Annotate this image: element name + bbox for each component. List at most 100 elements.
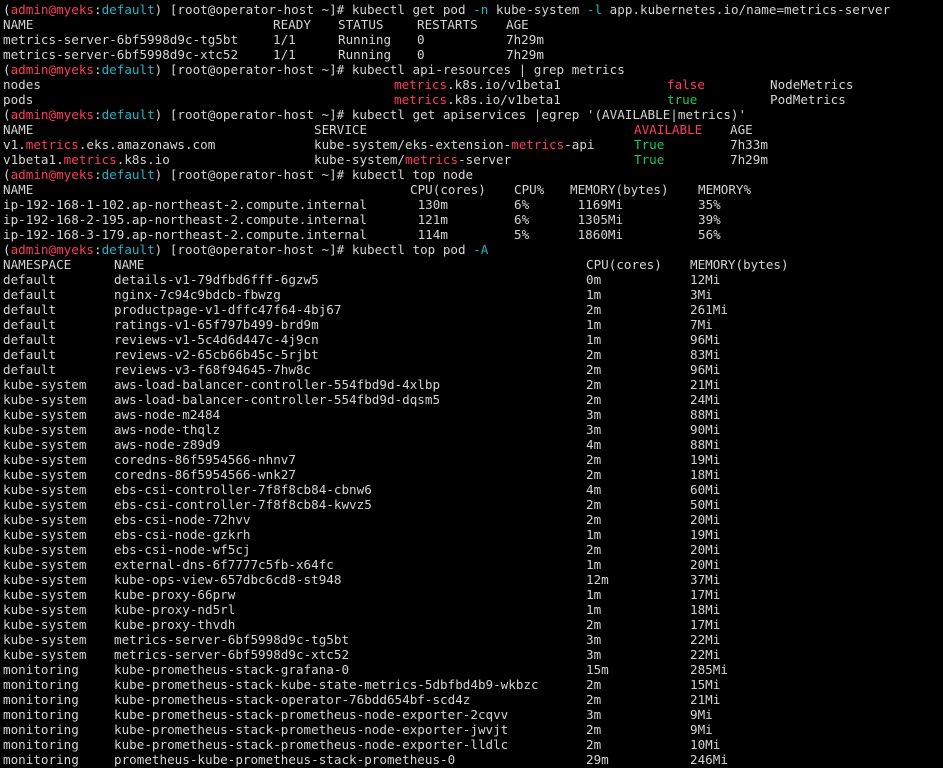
pod-row-col-2: Running: [338, 32, 392, 47]
pod-metrics-row-col-3: 96Mi: [690, 362, 721, 377]
command-text: kubectl top pod: [351, 242, 474, 257]
pod-metrics-row-col-2: 2m: [586, 497, 602, 512]
pod-metrics-row-col-2: 3m: [586, 707, 602, 722]
pod-metrics-row-col-0: kube-system: [3, 542, 87, 557]
pod-metrics-row-col-2: 1m: [586, 557, 602, 572]
pod-metrics-row-col-1: productpage-v1-dffc47f64-4bj67: [114, 302, 342, 317]
pod-metrics-row-col-0: kube-system: [3, 512, 87, 527]
pod-metrics-row-col-0: kube-system: [3, 587, 87, 602]
table-header-col-4: MEMORY%: [698, 182, 752, 197]
pod-metrics-row-col-0: kube-system: [3, 437, 87, 452]
prompt-user: admin@myeks: [10, 62, 94, 77]
table-header-col-3: MEMORY(bytes): [570, 182, 669, 197]
pod-metrics-row-col-2: 4m: [586, 437, 602, 452]
node-row-col-3: 1860Mi: [570, 227, 624, 242]
pod-metrics-row-col-0: default: [3, 332, 57, 347]
table-header-col-2: STATUS: [338, 17, 384, 32]
pod-metrics-row-col-0: kube-system: [3, 602, 87, 617]
pod-metrics-row-col-0: kube-system: [3, 632, 87, 647]
pod-metrics-row-col-0: monitoring: [3, 752, 79, 767]
pod-metrics-row-col-0: default: [3, 362, 57, 377]
prompt-namespace: default: [101, 107, 155, 122]
pod-metrics-row-col-1: kube-proxy-thvdh: [114, 617, 236, 632]
pod-row-col-2: Running: [338, 47, 392, 62]
pod-metrics-row-col-1: prometheus-kube-prometheus-stack-prometh…: [114, 752, 456, 767]
api-resource-row-col-1: metrics.k8s.io/v1beta1: [394, 77, 561, 92]
pod-metrics-row-col-2: 1m: [586, 287, 602, 302]
pod-metrics-row-col-1: kube-prometheus-stack-prometheus-node-ex…: [114, 737, 509, 752]
pod-metrics-row-col-2: 1m: [586, 317, 602, 332]
pod-metrics-row-col-2: 3m: [586, 647, 602, 662]
pod-metrics-row-col-1: ebs-csi-node-72hvv: [114, 512, 251, 527]
node-row-col-4: 56%: [698, 227, 721, 242]
prompt-user: admin@myeks: [10, 167, 94, 182]
pod-metrics-row-col-2: 2m: [586, 347, 602, 362]
pod-metrics-row-col-3: 96Mi: [690, 332, 721, 347]
command-flag: -n: [473, 2, 489, 17]
terminal-window[interactable]: (admin@myeks:default) [root@operator-hos…: [0, 0, 943, 768]
namespaced-value: true: [667, 92, 698, 107]
pod-metrics-row-col-0: kube-system: [3, 497, 87, 512]
pod-metrics-row-col-3: 15Mi: [690, 677, 721, 692]
pod-metrics-row-col-1: coredns-86f5954566-wnk27: [114, 467, 296, 482]
command-text: kubectl get apiservices |egrep '(AVAILAB…: [351, 107, 747, 122]
pod-metrics-row-col-1: kube-prometheus-stack-grafana-0: [114, 662, 350, 677]
pod-metrics-row-col-1: ratings-v1-65f797b499-brd9m: [114, 317, 319, 332]
api-resource-row-col-3: PodMetrics: [770, 92, 846, 107]
apiservice-row-col-0: v1beta1.metrics.k8s.io: [3, 152, 170, 167]
pod-metrics-row-col-2: 3m: [586, 407, 602, 422]
apiservice-row-col-1: kube-system/eks-extension-metrics-api: [314, 137, 595, 152]
prompt-namespace: default: [101, 242, 155, 257]
apiservice-row-col-1: kube-system/metrics-server: [314, 152, 512, 167]
pod-metrics-row-col-2: 2m: [586, 542, 602, 557]
pod-metrics-row-col-0: monitoring: [3, 662, 79, 677]
apiservice-row-col-2: True: [634, 152, 664, 167]
table-header-col-2: CPU%: [514, 182, 545, 197]
node-row-col-0: ip-192-168-1-102.ap-northeast-2.compute.…: [3, 197, 367, 212]
prompt-user: admin@myeks: [10, 242, 94, 257]
prompt-namespace: default: [101, 62, 155, 77]
pod-metrics-row-col-1: aws-load-balancer-controller-554fbd9d-4x…: [114, 377, 441, 392]
pod-metrics-row-col-2: 2m: [586, 377, 602, 392]
apiservice-row-col-0: v1.metrics.eks.amazonaws.com: [3, 137, 216, 152]
command-text: kubectl api-resources | grep metrics: [351, 62, 625, 77]
command-text: app.kubernetes.io/name=metrics-server: [602, 2, 891, 17]
pod-row-col-4: 7h29m: [506, 47, 544, 62]
pod-metrics-row-col-3: 88Mi: [690, 407, 721, 422]
pod-metrics-row-col-1: kube-proxy-nd5rl: [114, 602, 236, 617]
pod-row-col-0: metrics-server-6bf5998d9c-xtc52: [3, 47, 239, 62]
command-text: kubectl get pod: [351, 2, 474, 17]
pod-metrics-row-col-2: 2m: [586, 302, 602, 317]
pod-metrics-row-col-2: 29m: [586, 752, 609, 767]
command-line: (admin@myeks:default) [root@operator-hos…: [3, 242, 488, 257]
pod-metrics-row-col-2: 2m: [586, 692, 602, 707]
pod-metrics-row-col-1: kube-prometheus-stack-prometheus-node-ex…: [114, 707, 509, 722]
pod-metrics-row-col-0: monitoring: [3, 692, 79, 707]
pod-metrics-row-col-3: 20Mi: [690, 542, 721, 557]
pod-metrics-row-col-0: kube-system: [3, 647, 87, 662]
node-row-col-1: 130m: [410, 197, 448, 212]
pod-metrics-row-col-0: kube-system: [3, 617, 87, 632]
match-highlight: metrics: [405, 152, 459, 167]
match-highlight: metrics: [511, 137, 565, 152]
pod-metrics-row-col-1: kube-prometheus-stack-kube-state-metrics…: [114, 677, 539, 692]
node-row-col-3: 1305Mi: [570, 212, 624, 227]
node-row-col-2: 6%: [514, 197, 530, 212]
prompt-namespace: default: [101, 2, 155, 17]
table-header-col-1: CPU(cores): [410, 182, 486, 197]
pod-metrics-row-col-3: 17Mi: [690, 587, 721, 602]
pod-metrics-row-col-3: 7Mi: [690, 317, 713, 332]
pod-metrics-row-col-0: monitoring: [3, 722, 79, 737]
node-row-col-0: ip-192-168-3-179.ap-northeast-2.compute.…: [3, 227, 367, 242]
pod-metrics-row-col-0: monitoring: [3, 707, 79, 722]
pod-metrics-row-col-2: 2m: [586, 392, 602, 407]
pod-metrics-row-col-1: coredns-86f5954566-nhnv7: [114, 452, 296, 467]
api-resource-row-col-1: metrics.k8s.io/v1beta1: [394, 92, 561, 107]
pod-row-col-1: 1/1: [273, 47, 296, 62]
table-header-col-0: NAME: [3, 122, 34, 137]
pod-metrics-row-col-0: kube-system: [3, 482, 87, 497]
pod-metrics-row-col-3: 18Mi: [690, 467, 721, 482]
match-highlight: metrics: [394, 77, 448, 92]
pod-metrics-row-col-3: 261Mi: [690, 302, 728, 317]
match-highlight: metrics: [25, 137, 79, 152]
